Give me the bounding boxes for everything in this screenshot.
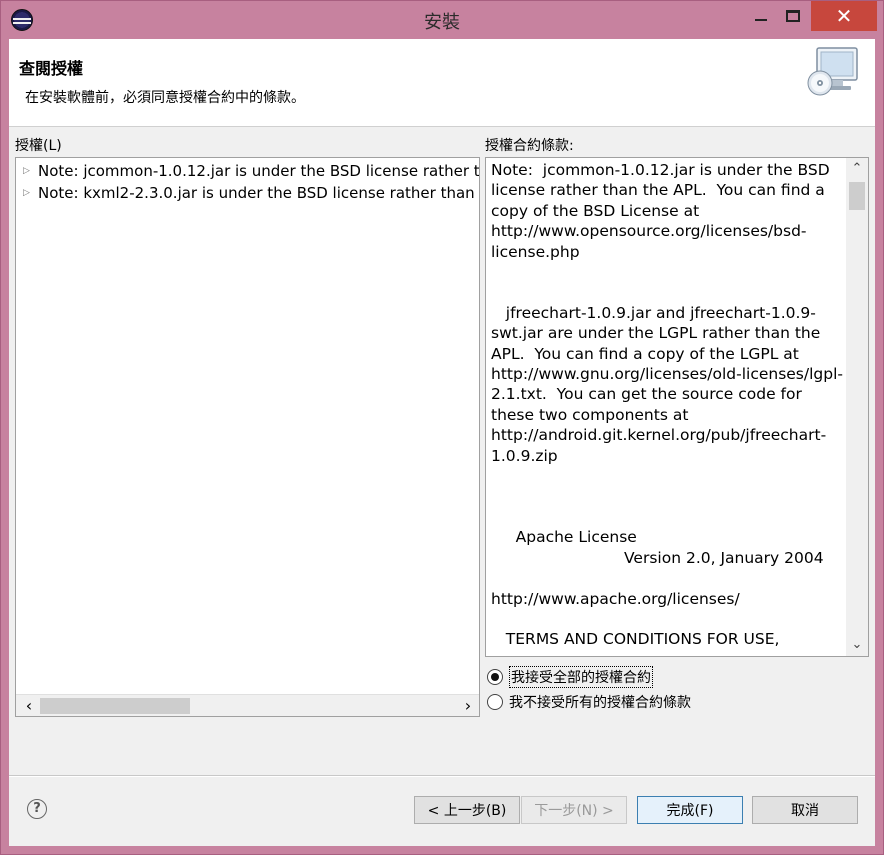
minimize-button[interactable] <box>746 1 776 31</box>
scroll-left-icon[interactable]: ‹ <box>20 697 38 715</box>
scrollbar-thumb[interactable] <box>849 182 865 210</box>
wizard-header: 查閱授權 在安裝軟體前，必須同意授權合約中的條款。 <box>9 39 875 127</box>
install-dialog-window: 安裝 ✕ 查閱授權 在安裝軟體前，必須同意授權合約中的條款。 授權(L) 授權合… <box>0 0 884 855</box>
finish-button[interactable]: 完成(F) <box>637 796 743 824</box>
install-cd-monitor-icon <box>807 47 858 96</box>
radio-selected-dot <box>491 673 499 681</box>
horizontal-scrollbar[interactable]: ‹ › <box>16 694 479 716</box>
accept-radio[interactable] <box>487 669 503 685</box>
maximize-button[interactable] <box>778 1 808 31</box>
page-description: 在安裝軟體前，必須同意授權合約中的條款。 <box>25 90 305 106</box>
next-button[interactable]: 下一步(N) > <box>521 796 627 824</box>
license-tree-item-label: Note: jcommon-1.0.12.jar is under the BS… <box>38 162 480 180</box>
decline-radio[interactable] <box>487 694 503 710</box>
back-button[interactable]: < 上一步(B) <box>414 796 520 824</box>
close-icon: ✕ <box>835 4 853 28</box>
expand-triangle-icon[interactable]: ▷ <box>23 160 30 182</box>
licenses-tree[interactable]: ▷ Note: jcommon-1.0.12.jar is under the … <box>15 157 480 717</box>
decline-label[interactable]: 我不接受所有的授權合約條款 <box>509 692 691 712</box>
vertical-scrollbar[interactable]: ⌃ ⌄ <box>846 158 868 656</box>
close-button[interactable]: ✕ <box>811 1 877 31</box>
license-tree-item-label: Note: kxml2-2.3.0.jar is under the BSD l… <box>38 184 479 202</box>
licenses-label: 授權(L) <box>15 138 62 154</box>
license-terms-textarea[interactable]: Note: jcommon-1.0.12.jar is under the BS… <box>485 157 869 657</box>
accept-label[interactable]: 我接受全部的授權合約 <box>509 666 653 688</box>
license-terms-label: 授權合約條款: <box>485 138 574 154</box>
accept-radio-option[interactable]: 我接受全部的授權合約 <box>487 666 653 688</box>
dialog-client-area: 查閱授權 在安裝軟體前，必須同意授權合約中的條款。 授權(L) 授權合約條款: … <box>9 39 875 846</box>
expand-triangle-icon[interactable]: ▷ <box>23 182 30 204</box>
minimize-icon <box>755 19 767 21</box>
scroll-up-icon[interactable]: ⌃ <box>848 160 866 178</box>
cancel-button[interactable]: 取消 <box>752 796 858 824</box>
license-terms-text: Note: jcommon-1.0.12.jar is under the BS… <box>491 161 843 654</box>
button-bar-separator <box>9 775 875 777</box>
scrollbar-thumb[interactable] <box>40 698 190 714</box>
maximize-icon <box>786 10 800 22</box>
page-title: 查閱授權 <box>19 59 84 78</box>
license-tree-item[interactable]: ▷ Note: jcommon-1.0.12.jar is under the … <box>16 160 480 182</box>
help-icon[interactable]: ? <box>27 799 47 819</box>
scroll-down-icon[interactable]: ⌄ <box>848 636 866 654</box>
decline-radio-option[interactable]: 我不接受所有的授權合約條款 <box>487 691 691 713</box>
title-bar[interactable]: 安裝 ✕ <box>1 1 883 39</box>
scroll-right-icon[interactable]: › <box>459 697 477 715</box>
license-tree-item[interactable]: ▷ Note: kxml2-2.3.0.jar is under the BSD… <box>16 182 479 204</box>
